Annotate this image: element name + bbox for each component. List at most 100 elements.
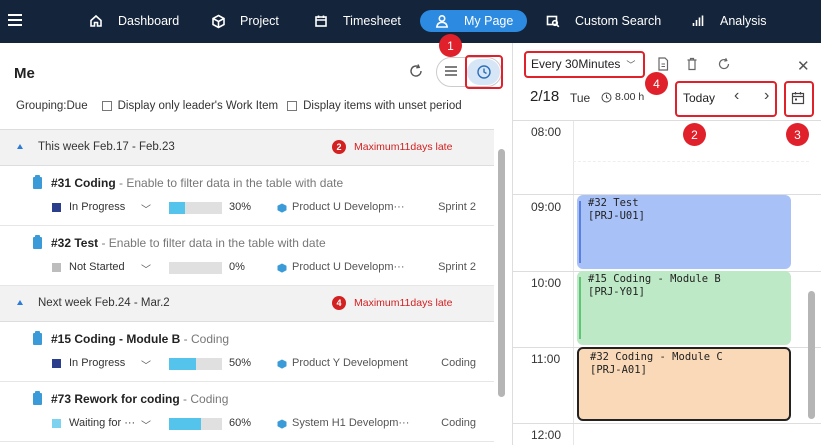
clipboard-icon	[33, 175, 42, 189]
event-title: #32 Coding - Module C	[590, 351, 723, 363]
timeline-panel: Every 30Minutes ﹀ 4 ✕ 2/18 Tue 8.00 h Tod…	[512, 43, 821, 445]
late-count-badge: 4	[332, 296, 346, 310]
callout-marker-1: 1	[439, 34, 462, 57]
sprint-label: Sprint 2	[438, 201, 476, 213]
status-color-icon	[52, 419, 61, 428]
calendar-event[interactable]: #15 Coding - Module B [PRJ-Y01]	[577, 271, 791, 345]
status-color-icon	[52, 359, 61, 368]
time-label: 12:00	[531, 428, 562, 442]
sprint-label: Coding	[441, 417, 476, 429]
collapse-caret-icon[interactable]	[17, 300, 23, 305]
leader-only-label: Display only leader's Work Item	[117, 100, 279, 112]
list-item[interactable]: #32 Test - Enable to filter data in the …	[0, 226, 494, 286]
late-text: Maximum11days late	[354, 297, 453, 309]
callout-box-2	[675, 81, 777, 117]
timeline-scrollbar[interactable]	[808, 291, 815, 419]
half-hour-line	[573, 161, 809, 162]
product-cube-icon	[277, 202, 287, 213]
grouping-select[interactable]: Grouping:Due	[16, 100, 88, 112]
time-label: 09:00	[531, 200, 562, 214]
time-label: 08:00	[531, 125, 562, 139]
total-hours-value: 8.00 h	[615, 91, 645, 103]
nav-timesheet[interactable]: Timesheet	[313, 10, 401, 32]
close-icon[interactable]: ✕	[797, 57, 810, 75]
calendar-event-selected[interactable]: #32 Coding - Module C [PRJ-A01]	[577, 347, 791, 421]
group-header-next-week[interactable]: Next week Feb.24 - Mar.2 4 Maximum11days…	[0, 286, 494, 322]
chevron-down-icon[interactable]: ﹀	[141, 261, 151, 276]
item-title[interactable]: #31 Coding - Enable to filter data in th…	[51, 176, 343, 190]
clipboard-icon	[33, 235, 42, 249]
progress-bar	[169, 202, 222, 214]
hamburger-menu-icon[interactable]	[8, 14, 22, 27]
event-project: [PRJ-U01]	[588, 209, 645, 222]
sprint-label: Sprint 2	[438, 261, 476, 273]
page-title: Me	[14, 65, 35, 82]
progress-fill	[169, 418, 201, 430]
event-stripe	[579, 277, 581, 339]
list-view-icon[interactable]	[443, 63, 463, 81]
nav-custom-search-label: Custom Search	[575, 14, 662, 28]
leader-only-checkbox[interactable]	[101, 101, 112, 111]
product-cube-icon	[277, 418, 287, 429]
chevron-down-icon[interactable]: ﹀	[141, 201, 151, 216]
product-link[interactable]: Product U Developm···	[292, 201, 412, 213]
item-title[interactable]: #32 Test - Enable to filter data in the …	[51, 236, 326, 250]
event-project: [PRJ-A01]	[590, 363, 647, 376]
nav-custom-search[interactable]: Custom Search	[545, 10, 661, 32]
nav-timesheet-label: Timesheet	[343, 14, 401, 28]
work-item-list: This week Feb.17 - Feb.23 2 Maximum11day…	[0, 129, 494, 445]
nav-analysis[interactable]: Analysis	[690, 10, 767, 32]
chevron-down-icon[interactable]: ﹀	[141, 417, 151, 432]
event-stripe	[579, 201, 581, 263]
progress-bar	[169, 418, 222, 430]
timeline-column-divider	[573, 121, 574, 445]
status-color-icon	[52, 203, 61, 212]
clipboard-icon	[33, 331, 42, 345]
status-color-icon	[52, 263, 61, 272]
product-link[interactable]: System H1 Developm···	[292, 417, 412, 429]
user-icon	[434, 13, 450, 29]
status-select[interactable]: In Progress	[69, 357, 125, 369]
list-scrollbar[interactable]	[498, 149, 505, 397]
product-link[interactable]: Product U Developm···	[292, 261, 412, 273]
progress-bar	[169, 262, 222, 274]
collapse-caret-icon[interactable]	[17, 144, 23, 149]
selected-date: 2/18	[530, 88, 560, 105]
refresh-icon[interactable]	[717, 57, 731, 71]
nav-analysis-label: Analysis	[720, 14, 767, 28]
time-label: 11:00	[531, 352, 561, 366]
item-title[interactable]: #15 Coding - Module B - Coding	[51, 332, 229, 346]
item-title[interactable]: #73 Rework for coding - Coding	[51, 392, 228, 406]
progress-fill	[169, 202, 185, 214]
document-icon[interactable]	[657, 57, 671, 71]
nav-project[interactable]: Project	[210, 10, 279, 32]
progress-label: 60%	[229, 417, 252, 429]
status-select[interactable]: Waiting for ···	[69, 417, 135, 429]
event-title: #32 Test	[588, 197, 639, 209]
my-work-items-panel: Me 1 Grouping:Due Display only leader's …	[0, 34, 510, 445]
refresh-icon[interactable]	[408, 63, 426, 81]
status-select[interactable]: Not Started	[69, 261, 125, 273]
sprint-label: Coding	[441, 357, 476, 369]
calendar-event[interactable]: #32 Test [PRJ-U01]	[577, 195, 791, 269]
list-item[interactable]: #31 Coding - Enable to filter data in th…	[0, 166, 494, 226]
list-item[interactable]: #73 Rework for coding - Coding Waiting f…	[0, 382, 494, 442]
group-header-this-week[interactable]: This week Feb.17 - Feb.23 2 Maximum11day…	[0, 130, 494, 166]
list-item[interactable]: #15 Coding - Module B - Coding In Progre…	[0, 322, 494, 382]
clipboard-icon	[33, 391, 42, 405]
group-label: Next week Feb.24 - Mar.2	[38, 297, 170, 309]
trash-icon[interactable]	[686, 57, 700, 71]
chevron-down-icon[interactable]: ﹀	[141, 357, 151, 372]
unset-period-checkbox[interactable]	[287, 101, 298, 111]
nav-dashboard[interactable]: Dashboard	[88, 10, 179, 32]
late-text: Maximum11days late	[354, 141, 453, 153]
callout-marker-4: 4	[645, 72, 668, 95]
product-link[interactable]: Product Y Development	[292, 357, 412, 369]
clock-icon	[601, 92, 612, 102]
event-title: #15 Coding - Module B	[588, 273, 721, 285]
nav-project-label: Project	[240, 14, 279, 28]
product-cube-icon	[277, 358, 287, 369]
status-select[interactable]: In Progress	[69, 201, 125, 213]
nav-my-page[interactable]: My Page	[420, 10, 528, 32]
hour-line	[513, 423, 821, 424]
